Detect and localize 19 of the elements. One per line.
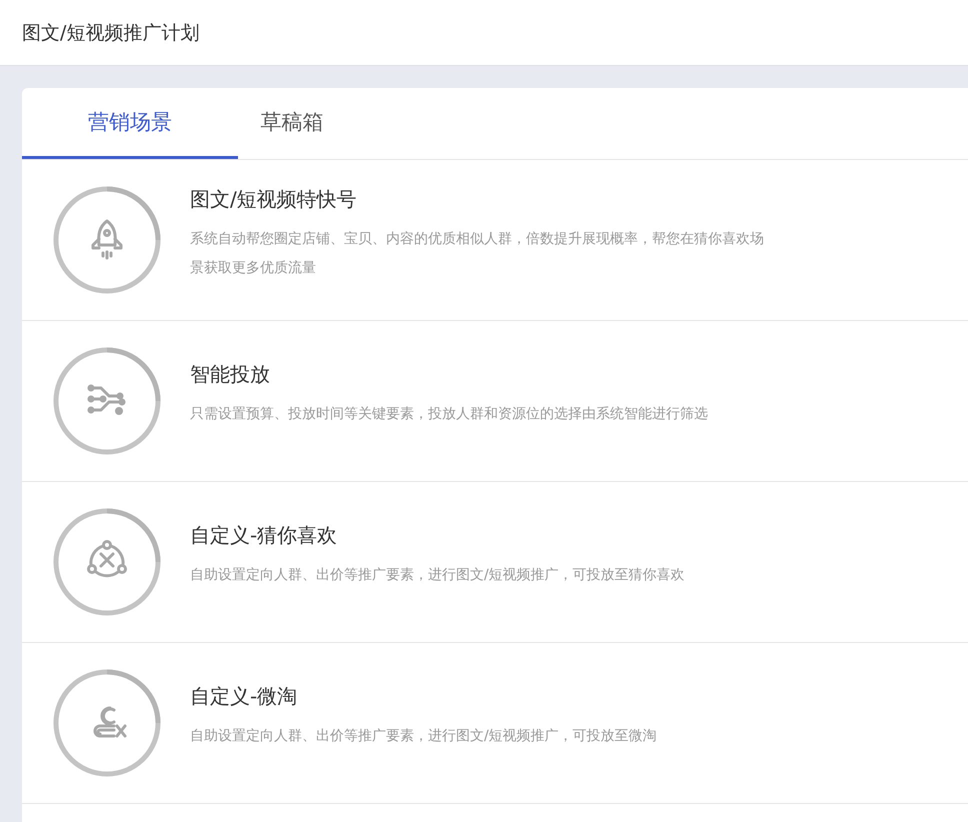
scene-description: 自助设置定向人群、出价等推广要素，进行图文/短视频推广，可投放至微淘 xyxy=(190,727,658,746)
tab[interactable]: 营销场景 xyxy=(22,88,238,159)
branch-icon xyxy=(52,346,162,456)
rocket-icon xyxy=(52,185,162,295)
scene-title: 智能投放 xyxy=(190,361,271,388)
scene-item[interactable]: 自定义-猜你喜欢 自助设置定向人群、出价等推广要素，进行图文/短视频推广，可投放至猜你喜欢 xyxy=(22,482,968,643)
scene-title: 自定义-猜你喜欢 xyxy=(190,522,338,549)
scene-item[interactable]: 智能投放 只需设置预算、投放时间等关键要素，投放人群和资源位的选择由系统智能进行筛选 xyxy=(22,321,968,482)
scene-description: 自助设置定向人群、出价等推广要素，进行图文/短视频推广，可投放至猜你喜欢 xyxy=(190,566,686,585)
tab[interactable]: 草稿箱 xyxy=(238,88,346,159)
scene-item[interactable]: 图文/短视频特快号 系统自动帮您圈定店铺、宝贝、内容的优质相似人群，倍数提升展现概率，帮您在猜你喜欢场景获取更多优质流量 xyxy=(22,160,968,321)
network-icon xyxy=(52,507,162,617)
scene-description: 只需设置预算、投放时间等关键要素，投放人群和资源位的选择由系统智能进行筛选 xyxy=(190,405,709,424)
scene-title: 图文/短视频特快号 xyxy=(190,186,358,212)
scene-description: 系统自动帮您圈定店铺、宝贝、内容的优质相似人群，倍数提升展现概率，帮您在猜你喜欢场景获取更多优质流量 xyxy=(190,230,765,278)
page-title: 图文/短视频推广计划 xyxy=(22,20,200,46)
scene-title: 自定义-微淘 xyxy=(190,683,298,710)
scene-item[interactable]: 自定义-微淘 自助设置定向人群、出价等推广要素，进行图文/短视频推广，可投放至微淘 xyxy=(22,643,968,804)
person-icon xyxy=(52,668,162,778)
